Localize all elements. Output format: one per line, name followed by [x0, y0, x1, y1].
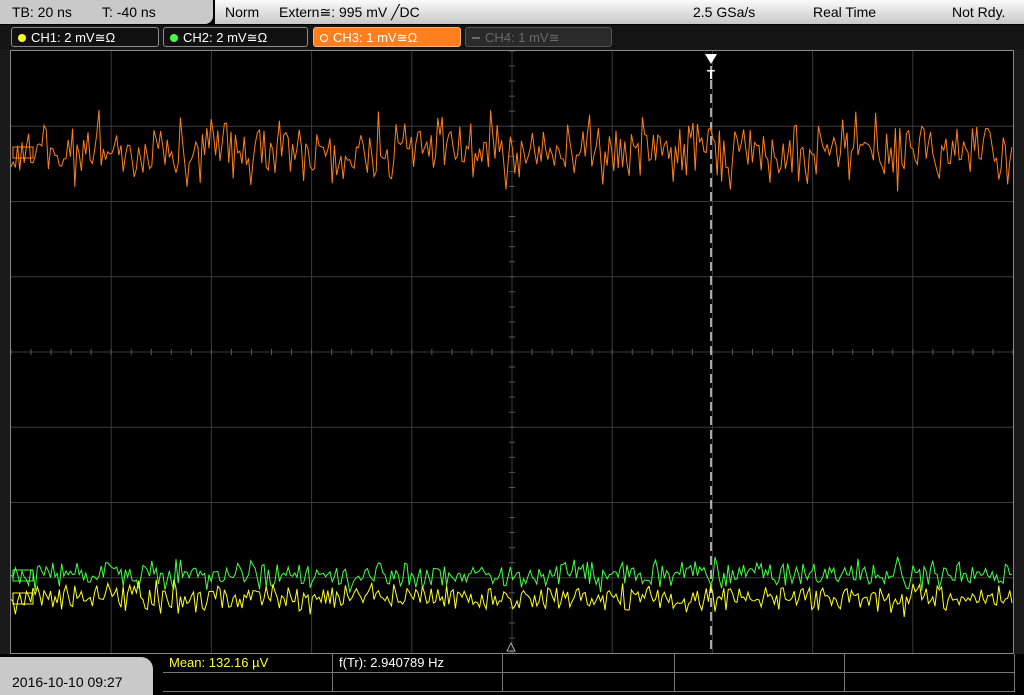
- timebase-label: TB: 20 ns: [12, 4, 72, 20]
- sample-rate-label: 2.5 GSa/s: [693, 4, 756, 20]
- trigger-mode-label: Norm: [225, 4, 260, 20]
- acquisition-mode-label: Real Time: [813, 4, 877, 20]
- time-reference-marker-icon: [506, 641, 516, 652]
- channel-1-button[interactable]: CH1: 2 mV≅Ω: [11, 27, 159, 47]
- mean-measurement: Mean: 132.16 µV: [169, 655, 269, 670]
- waveform-display: T: [11, 51, 1013, 653]
- channel-2-label: CH2: 2 mV≅Ω: [183, 30, 268, 45]
- channel-3-label: CH3: 1 mV≅Ω: [333, 30, 418, 45]
- graticule-grid: [11, 51, 1013, 653]
- channel-3-button[interactable]: CH3: 1 mV≅Ω: [313, 27, 461, 47]
- trigger-arrow-icon: [705, 54, 717, 64]
- channel-4-button[interactable]: CH4: 1 mV≅: [465, 27, 612, 47]
- trigger-source-label: Extern≅: 995 mV ╱DC: [279, 4, 420, 20]
- run-status-label: Not Rdy.: [952, 4, 1006, 20]
- trigger-marker-label: T: [707, 67, 715, 82]
- datetime-display: 2016-10-10 09:27: [0, 657, 153, 695]
- acquisition-status-strip[interactable]: Norm Extern≅: 995 mV ╱DC 2.5 GSa/s Real …: [215, 0, 1024, 24]
- channel-4-label: CH4: 1 mV≅: [485, 30, 560, 45]
- timebase-panel[interactable]: TB: 20 ns T: -40 ns: [0, 0, 213, 24]
- channel-2-button[interactable]: CH2: 2 mV≅Ω: [163, 27, 308, 47]
- trigger-offset-label: T: -40 ns: [102, 4, 156, 20]
- channel-1-label: CH1: 2 mV≅Ω: [31, 30, 116, 45]
- channel-button-row: CH1: 2 mV≅Ω CH2: 2 mV≅Ω CH3: 1 mV≅Ω CH4:…: [0, 25, 1024, 49]
- oscilloscope-screen[interactable]: T: [10, 50, 1014, 654]
- channel-2-dot-icon: [170, 34, 178, 42]
- frequency-measurement: f(Tr): 2.940789 Hz: [339, 655, 445, 670]
- channel-1-dot-icon: [18, 34, 26, 42]
- measurement-table[interactable]: Mean: 132.16 µV f(Tr): 2.940789 Hz: [163, 654, 1015, 692]
- channel-4-dash-icon: [472, 37, 480, 39]
- top-status-bar: TB: 20 ns T: -40 ns Norm Extern≅: 995 mV…: [0, 0, 1024, 25]
- channel-3-dot-icon: [320, 34, 328, 42]
